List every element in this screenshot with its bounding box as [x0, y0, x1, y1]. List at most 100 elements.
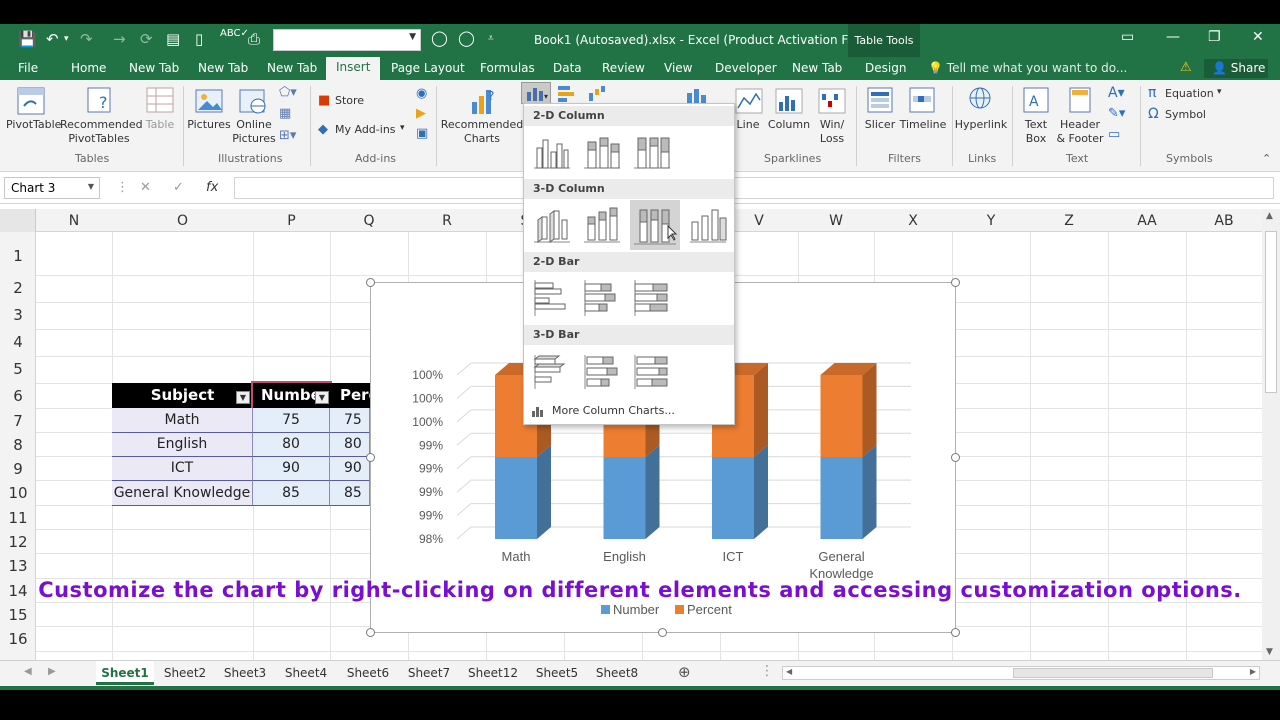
forward-icon[interactable]: → [113, 30, 126, 48]
signature-line-icon[interactable]: ✎▾ [1108, 106, 1125, 121]
formula-input[interactable] [234, 177, 1274, 199]
bar-number[interactable] [495, 457, 537, 539]
table-cell[interactable]: 80 [253, 433, 330, 457]
object-icon[interactable]: ▭ [1108, 127, 1120, 142]
sheet-tab[interactable]: Sheet3 [216, 661, 274, 685]
insert-function-icon[interactable]: fx [206, 180, 218, 195]
resize-handle[interactable] [951, 453, 960, 462]
column-header[interactable]: Q [330, 213, 408, 229]
100-stacked-column-option[interactable] [630, 130, 674, 174]
pivottable-button[interactable]: PivotTable [6, 118, 61, 132]
row-header[interactable]: 12 [0, 533, 36, 551]
sheet-tab[interactable]: Sheet8 [588, 661, 646, 685]
column-header[interactable]: Y [952, 213, 1030, 229]
store-button[interactable]: Store [335, 94, 364, 107]
resize-handle[interactable] [951, 628, 960, 637]
scroll-up-icon[interactable]: ▲ [1266, 211, 1273, 221]
tab-new-tab-1[interactable]: New Tab [129, 61, 179, 75]
tab-data[interactable]: Data [553, 61, 582, 75]
sheet-tab[interactable]: Sheet6 [338, 661, 398, 685]
winloss-sparkline-button[interactable]: Win/Loss [815, 118, 849, 146]
row-header[interactable]: 6 [0, 387, 36, 405]
wordart-icon[interactable]: A▾ [1108, 85, 1125, 101]
tab-design[interactable]: Design [865, 61, 906, 75]
resize-handle[interactable] [366, 453, 375, 462]
cancel-entry-icon[interactable]: ✕ [140, 180, 151, 195]
bar-number[interactable] [603, 457, 646, 539]
row-header[interactable]: 16 [0, 630, 36, 648]
table-header-subject[interactable]: Subject ▼ [112, 383, 253, 408]
column-header[interactable]: X [874, 213, 952, 229]
symbol-button[interactable]: Symbol [1165, 108, 1206, 121]
tab-split-handle-icon[interactable]: ⋮ [760, 663, 774, 679]
minimize-icon[interactable]: — [1166, 29, 1180, 45]
header-footer-button[interactable]: Header & Footer [1054, 118, 1106, 146]
new-document-icon[interactable]: ▯ [195, 30, 203, 48]
tell-me-search[interactable]: 💡 Tell me what you want to do... [928, 61, 1127, 75]
restore-icon[interactable]: ❐ [1208, 29, 1221, 45]
column-header[interactable]: AB [1186, 213, 1262, 229]
recommended-pivottables-button[interactable]: Recommended PivotTables [60, 118, 143, 146]
row-header[interactable]: 7 [0, 412, 36, 430]
stacked-column-option[interactable] [580, 130, 624, 174]
filter-dropdown-icon[interactable]: ▼ [315, 391, 329, 404]
3d-stacked-column-option[interactable] [580, 202, 624, 246]
screenshot-icon[interactable]: ⊞▾ [279, 128, 296, 143]
close-icon[interactable]: ✕ [1252, 29, 1264, 45]
stacked-bar-option[interactable] [580, 276, 624, 320]
bar-chart-icon[interactable] [555, 83, 583, 103]
3d-clustered-bar-option[interactable] [530, 349, 574, 393]
spelling-icon[interactable]: ABC✓ [220, 28, 249, 39]
table-cell[interactable]: General Knowledge [112, 481, 253, 506]
3d-100-stacked-bar-option[interactable] [630, 349, 674, 393]
scroll-tabs-left-icon[interactable]: ◀ [24, 666, 32, 677]
timeline-button[interactable]: Timeline [899, 118, 947, 132]
horizontal-scroll-thumb[interactable] [1013, 668, 1213, 678]
bing-maps-icon[interactable]: ◉ [416, 86, 427, 101]
table-cell[interactable]: 85 [330, 481, 370, 506]
resize-handle[interactable] [366, 278, 375, 287]
people-graph-icon[interactable]: ▶ [416, 106, 426, 121]
sheet-tab[interactable]: Sheet5 [528, 661, 586, 685]
table-button[interactable]: Table [142, 118, 178, 132]
equation-dropdown-icon[interactable]: ▾ [1217, 87, 1222, 97]
new-sheet-icon[interactable]: ⊕ [678, 663, 691, 681]
clustered-column-option[interactable] [530, 130, 574, 174]
refresh-icon[interactable]: ⟳ [140, 30, 153, 48]
my-addins-dropdown-icon[interactable]: ▾ [400, 123, 405, 133]
hyperlink-button[interactable]: Hyperlink [954, 118, 1008, 132]
undo-icon[interactable]: ↶ [46, 30, 59, 48]
clustered-bar-option[interactable] [530, 276, 574, 320]
column-header[interactable]: R [408, 213, 486, 229]
line-sparkline-button[interactable]: Line [733, 118, 763, 132]
column-header[interactable]: O [112, 213, 253, 229]
tab-file[interactable]: File [18, 61, 38, 75]
my-addins-button[interactable]: My Add-ins [335, 123, 396, 136]
warning-icon[interactable]: ⚠ [1180, 60, 1192, 75]
table-cell[interactable]: Math [112, 408, 253, 433]
scroll-thumb[interactable] [1265, 231, 1277, 393]
bar-number[interactable] [712, 457, 754, 539]
scroll-down-icon[interactable]: ▼ [1266, 647, 1273, 657]
row-header[interactable]: 2 [0, 279, 36, 297]
row-header[interactable]: 1 [0, 247, 36, 265]
scroll-right-icon[interactable]: ▶ [1250, 667, 1256, 676]
100-stacked-bar-option[interactable] [630, 276, 674, 320]
filter-dropdown-icon[interactable]: ▼ [236, 391, 250, 404]
column-header[interactable]: P [253, 213, 330, 229]
legend-label[interactable]: Percent [687, 602, 732, 617]
smartart-icon[interactable]: ▦ [279, 106, 291, 121]
3d-stacked-bar-option[interactable] [580, 349, 624, 393]
slicer-button[interactable]: Slicer [862, 118, 898, 132]
column-header[interactable]: N [36, 213, 112, 229]
column-sparkline-button[interactable]: Column [766, 118, 812, 132]
table-cell[interactable]: 80 [330, 433, 370, 457]
more-column-charts-link[interactable]: More Column Charts... [552, 404, 675, 417]
legend-label[interactable]: Number [613, 602, 660, 617]
table-cell[interactable]: 75 [253, 408, 330, 433]
waterfall-chart-icon[interactable] [586, 83, 614, 103]
qat-combo-box[interactable]: ▼ [273, 29, 421, 51]
sheet-tab[interactable]: Sheet2 [156, 661, 214, 685]
column-chart-button[interactable]: ▾ [521, 82, 551, 104]
row-header[interactable]: 15 [0, 606, 36, 624]
